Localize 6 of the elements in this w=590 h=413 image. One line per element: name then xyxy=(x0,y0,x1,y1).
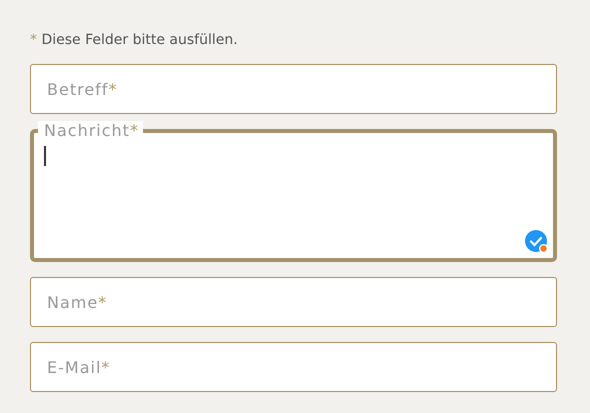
check-badge-icon[interactable] xyxy=(525,230,549,254)
required-fields-note: * Diese Felder bitte ausfüllen. xyxy=(30,32,239,48)
input-field[interactable]: E-Mail* xyxy=(30,342,557,392)
input-field[interactable]: Name* xyxy=(30,277,557,327)
text-cursor xyxy=(44,146,46,166)
input-field[interactable]: Betreff* xyxy=(30,64,557,114)
